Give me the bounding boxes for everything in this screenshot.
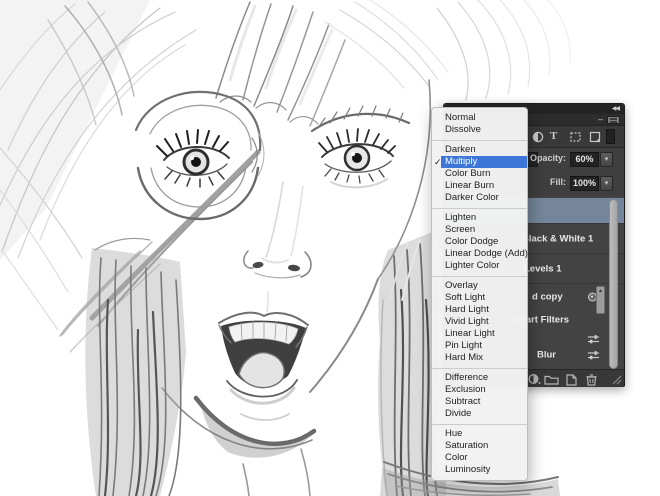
new-group-icon[interactable] — [544, 373, 559, 385]
adjustment-layer-icon[interactable] — [528, 373, 541, 385]
menu-item-lighten[interactable]: Lighten — [432, 212, 527, 224]
menu-item-color-dodge[interactable]: Color Dodge — [432, 236, 527, 248]
adjustment-filter-icon[interactable] — [532, 131, 544, 143]
menu-item-normal[interactable]: Normal — [432, 112, 527, 124]
panel-resize-grip[interactable] — [610, 373, 622, 385]
opacity-dropdown-icon[interactable]: ▾ — [600, 152, 613, 167]
panel-scrollbar[interactable] — [609, 199, 618, 369]
menu-item-saturation[interactable]: Saturation — [432, 440, 527, 452]
menu-item-linear-dodge-add[interactable]: Linear Dodge (Add) — [432, 248, 527, 260]
menu-separator — [432, 368, 527, 369]
minimize-icon[interactable]: – — [598, 114, 603, 125]
menu-item-vivid-light[interactable]: Vivid Light — [432, 316, 527, 328]
layer-name: Blur — [537, 350, 556, 361]
type-filter-icon[interactable]: T — [550, 130, 557, 143]
layer-name: d copy — [532, 291, 563, 302]
menu-item-soft-light[interactable]: Soft Light — [432, 292, 527, 304]
menu-item-pin-light[interactable]: Pin Light — [432, 340, 527, 352]
layers-scrollbar[interactable]: ▲ — [596, 286, 605, 314]
collapse-panel-icon[interactable]: ◀◀ — [612, 104, 619, 114]
menu-separator — [432, 424, 527, 425]
fill-value[interactable]: 100% — [570, 176, 599, 191]
menu-item-overlay[interactable]: Overlay — [432, 280, 527, 292]
menu-item-hue[interactable]: Hue — [432, 428, 527, 440]
menu-item-darken[interactable]: Darken — [432, 144, 527, 156]
filter-options-icon[interactable] — [587, 350, 600, 360]
checkmark-icon: ✓ — [434, 156, 442, 168]
layer-name: Levels 1 — [524, 263, 562, 274]
menu-separator — [432, 276, 527, 277]
layer-name: Black & White 1 — [522, 233, 593, 244]
delete-layer-icon[interactable] — [585, 373, 598, 386]
shape-filter-icon[interactable] — [569, 131, 582, 143]
menu-separator — [432, 140, 527, 141]
menu-item-lighter-color[interactable]: Lighter Color — [432, 260, 527, 272]
menu-item-color-burn[interactable]: Color Burn — [432, 168, 527, 180]
menu-item-subtract[interactable]: Subtract — [432, 396, 527, 408]
fill-dropdown-icon[interactable]: ▾ — [600, 176, 613, 191]
blend-mode-menu: Normal Dissolve Darken ✓Multiply Color B… — [431, 107, 528, 481]
menu-item-screen[interactable]: Screen — [432, 224, 527, 236]
opacity-value[interactable]: 60% — [570, 152, 599, 167]
new-layer-icon[interactable] — [565, 373, 578, 386]
menu-item-label: Multiply — [445, 156, 477, 167]
menu-item-hard-light[interactable]: Hard Light — [432, 304, 527, 316]
scroll-up-icon[interactable]: ▲ — [598, 288, 603, 294]
menu-item-color[interactable]: Color — [432, 452, 527, 464]
menu-item-dissolve[interactable]: Dissolve — [432, 124, 527, 136]
menu-item-linear-burn[interactable]: Linear Burn — [432, 180, 527, 192]
smart-object-filter-icon[interactable] — [589, 131, 602, 143]
menu-separator — [432, 208, 527, 209]
menu-item-darker-color[interactable]: Darker Color — [432, 192, 527, 204]
menu-item-hard-mix[interactable]: Hard Mix — [432, 352, 527, 364]
panel-menu-icon[interactable] — [607, 116, 620, 124]
menu-item-luminosity[interactable]: Luminosity — [432, 464, 527, 476]
menu-item-difference[interactable]: Difference — [432, 372, 527, 384]
menu-item-exclusion[interactable]: Exclusion — [432, 384, 527, 396]
filter-toggle-switch[interactable] — [606, 129, 615, 144]
photoshop-screenshot: ◀◀ – T Opacity: 60% ▾ — [0, 0, 660, 496]
menu-item-linear-light[interactable]: Linear Light — [432, 328, 527, 340]
menu-item-divide[interactable]: Divide — [432, 408, 527, 420]
filter-options-icon[interactable] — [587, 334, 600, 344]
menu-item-multiply[interactable]: ✓Multiply — [441, 156, 527, 168]
